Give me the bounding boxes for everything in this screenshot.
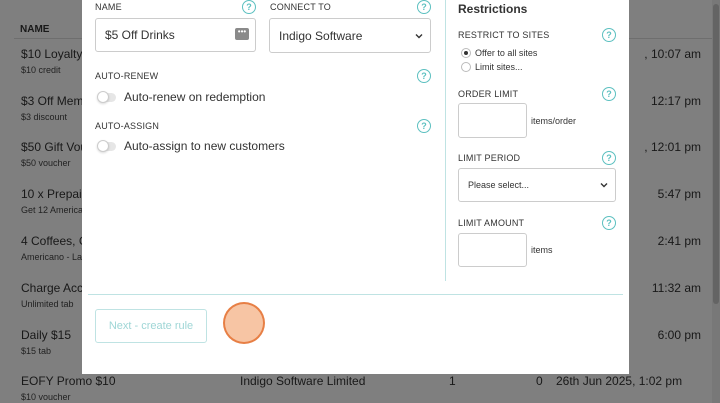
limit-sites-label[interactable]: Limit sites...	[475, 62, 523, 72]
limit-period-select[interactable]: Please select...	[458, 168, 616, 202]
cursor-highlight	[223, 302, 265, 344]
restrict-sites-help-icon[interactable]: ?	[602, 28, 616, 42]
more-options-icon[interactable]: •••	[235, 28, 249, 40]
limit-amount-input[interactable]	[458, 233, 527, 267]
name-help-icon[interactable]: ?	[242, 0, 256, 14]
connect-to-value: Indigo Software	[279, 28, 363, 43]
name-input[interactable]: $5 Off Drinks •••	[95, 18, 256, 52]
offer-all-sites-label[interactable]: Offer to all sites	[475, 48, 537, 58]
restrictions-title: Restrictions	[458, 2, 528, 16]
auto-renew-toggle[interactable]	[97, 91, 116, 103]
footer-divider	[88, 294, 623, 295]
limit-period-value: Please select...	[468, 180, 530, 190]
auto-renew-help-icon[interactable]: ?	[417, 69, 431, 83]
connect-to-label: CONNECT TO	[270, 2, 332, 12]
create-offer-modal: NAME ? $5 Off Drinks ••• CONNECT TO ? In…	[82, 0, 629, 374]
auto-assign-toggle-label[interactable]: Auto-assign to new customers	[124, 139, 285, 153]
limit-period-label: LIMIT PERIOD	[458, 153, 521, 163]
auto-assign-toggle[interactable]	[97, 140, 116, 152]
auto-renew-label: AUTO-RENEW	[95, 71, 159, 81]
offer-all-sites-radio[interactable]	[461, 48, 471, 58]
name-label: NAME	[95, 2, 122, 12]
limit-period-help-icon[interactable]: ?	[602, 151, 616, 165]
auto-assign-label: AUTO-ASSIGN	[95, 121, 160, 131]
auto-renew-toggle-label[interactable]: Auto-renew on redemption	[124, 90, 265, 104]
auto-assign-help-icon[interactable]: ?	[417, 119, 431, 133]
chevron-down-icon	[600, 183, 608, 188]
limit-sites-radio[interactable]	[461, 62, 471, 72]
name-input-value: $5 Off Drinks	[105, 28, 175, 42]
limit-amount-label: LIMIT AMOUNT	[458, 218, 525, 228]
column-divider	[445, 0, 446, 281]
restrict-sites-label: RESTRICT TO SITES	[458, 30, 550, 40]
order-limit-help-icon[interactable]: ?	[602, 87, 616, 101]
chevron-down-icon	[415, 33, 423, 38]
toggle-knob	[97, 91, 109, 103]
connect-to-select[interactable]: Indigo Software	[269, 18, 431, 53]
order-limit-label: ORDER LIMIT	[458, 89, 519, 99]
limit-amount-help-icon[interactable]: ?	[602, 216, 616, 230]
order-limit-input[interactable]	[458, 103, 527, 138]
connect-to-help-icon[interactable]: ?	[417, 0, 431, 14]
next-create-rule-button[interactable]: Next - create rule	[95, 309, 207, 343]
order-limit-unit: items/order	[531, 116, 577, 126]
limit-amount-unit: items	[531, 245, 553, 255]
toggle-knob	[97, 140, 109, 152]
